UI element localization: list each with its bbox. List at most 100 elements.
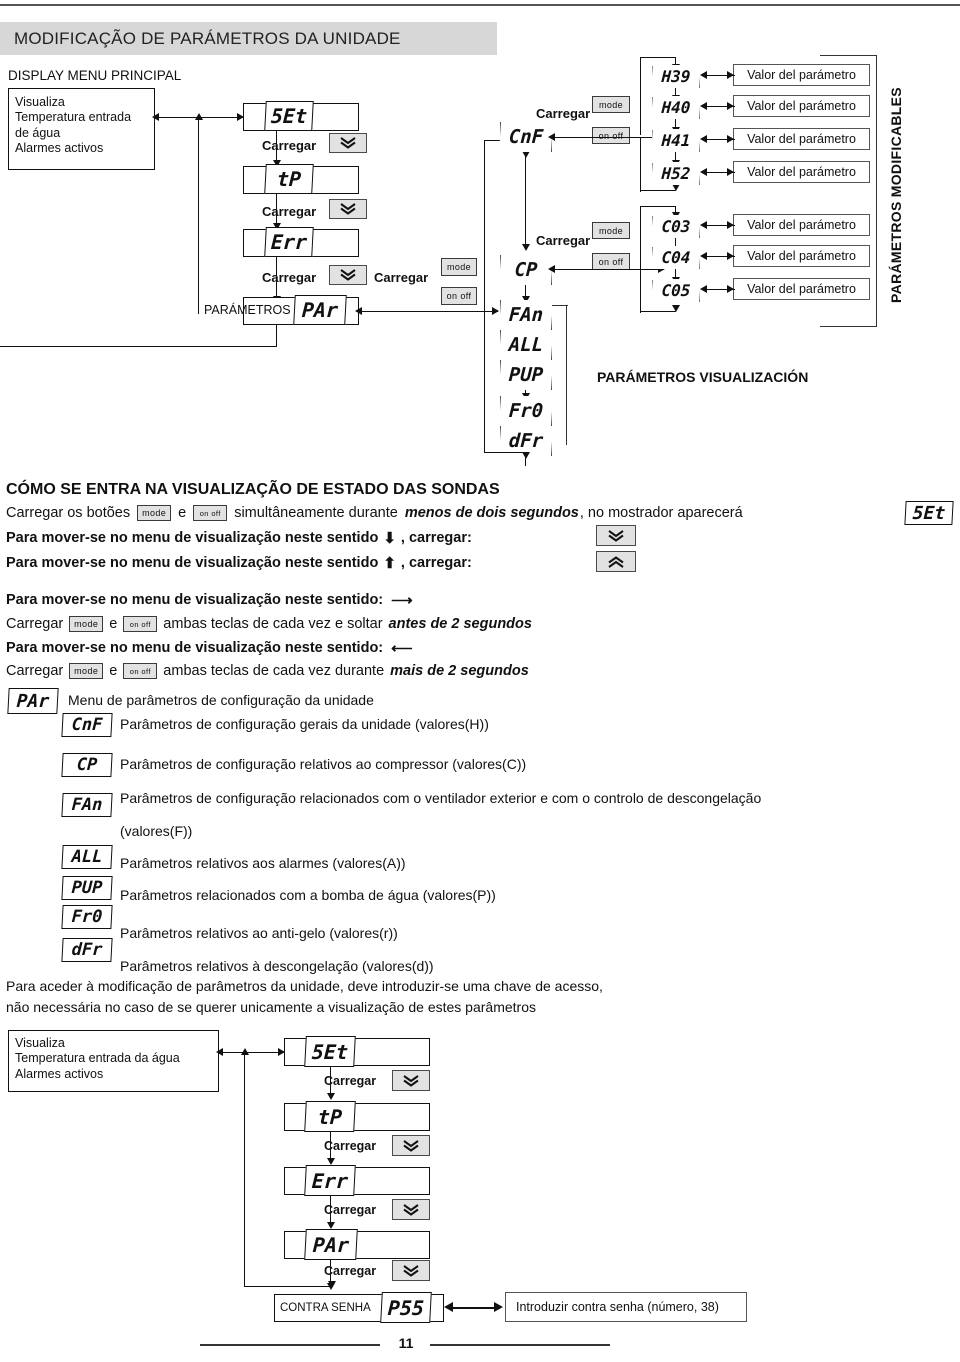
legend-text-pup: Parâmetros relacionados com a bomba de á… xyxy=(120,887,496,903)
bottom-display-code-par: PAr xyxy=(304,1229,358,1260)
instruction-line-right-dir: Para mover-se no menu de visualização ne… xyxy=(6,592,413,608)
h40-value-arrow-left xyxy=(700,102,707,110)
legend-code-fan: FAn xyxy=(61,793,113,817)
password-note-box: Introduzir contra senha (número, 38) xyxy=(505,1292,747,1322)
bottom-chevron-down-2[interactable] xyxy=(392,1135,430,1156)
modifiable-params-caption-text: PARÁMETROS MODIFICABLES xyxy=(888,87,904,303)
value-label-c03: Valor del parámetro xyxy=(747,218,856,232)
modifiable-bracket-top xyxy=(820,55,877,56)
c04-value-arrow-right xyxy=(727,252,734,260)
mode-key-cnf[interactable]: mode xyxy=(592,96,630,113)
par-prefix-label: PARÁMETROS xyxy=(204,303,291,317)
c-rail-top xyxy=(640,206,676,208)
instr-right-c: ambas teclas de cada vez e soltar xyxy=(163,616,383,632)
chevron-down-icon xyxy=(340,137,356,149)
status-line-4: Alarmes activos xyxy=(15,140,104,155)
instr-1-c: simultâneamente durante xyxy=(234,505,398,521)
bottom-display-code-err: Err xyxy=(304,1165,356,1196)
arrow-right-glyph: ⟶ xyxy=(391,591,413,609)
chevron-down-button-1[interactable] xyxy=(329,133,367,153)
value-box-c04: Valor del parámetro xyxy=(733,245,870,267)
legend-code-pup: PUP xyxy=(61,876,113,900)
bottom-chevron-down-1[interactable] xyxy=(392,1070,430,1091)
press-label-2: Carregar xyxy=(262,204,317,219)
c-rail-bottom xyxy=(640,311,676,313)
display-code-cp: CP xyxy=(499,255,553,285)
instr-down-tail: , carregar: xyxy=(400,530,472,546)
legend-text-par: Menu de parâmetros de configuração da un… xyxy=(68,692,374,708)
c05-value-arrow-right xyxy=(727,285,734,293)
onoff-key-instr-3[interactable]: on off xyxy=(123,663,158,679)
h52-value-arrow-right xyxy=(727,168,734,176)
cp-group-line xyxy=(552,269,664,271)
display-code-h40: H40 xyxy=(651,96,701,119)
par-down-line xyxy=(276,325,278,347)
legend-code-cnf: CnF xyxy=(61,713,113,737)
mode-key-instr-2[interactable]: mode xyxy=(69,616,104,632)
value-box-c03: Valor del parámetro xyxy=(733,214,870,236)
cnf-group-arrow-left xyxy=(548,133,555,141)
h-rail-top xyxy=(640,57,676,59)
display-code-h52: H52 xyxy=(651,162,701,185)
bottom-set-to-tp-arrow xyxy=(327,1093,335,1100)
legend-text-all: Parâmetros relativos aos alarmes (valore… xyxy=(120,855,406,871)
instr-1-d: menos de dois segundos xyxy=(404,505,579,521)
status-line-2: Temperatura entrada xyxy=(15,110,132,125)
display-code-all: ALL xyxy=(499,330,553,360)
mode-key-instr-1[interactable]: mode xyxy=(137,505,172,521)
legend-code-cp: CP xyxy=(61,753,113,777)
instr-right-a: Carregar xyxy=(6,616,64,632)
instr-up-tail: , carregar: xyxy=(400,555,472,571)
password-label: CONTRA SENHA xyxy=(280,1302,371,1314)
bottom-status-line-2: Temperatura entrada da água xyxy=(15,1051,180,1066)
onoff-key-instr-1[interactable]: on off xyxy=(193,505,228,521)
c-rail-upper xyxy=(640,206,642,269)
onoff-key-mid[interactable]: on off xyxy=(441,287,477,305)
mode-key-mid[interactable]: mode xyxy=(441,258,477,276)
legend-text-fan-cont: (valores(F)) xyxy=(120,823,193,839)
mode-key-cp[interactable]: mode xyxy=(592,222,630,239)
bottom-press-label-2: Carregar xyxy=(324,1139,377,1153)
status-line-3: de água xyxy=(15,125,61,140)
instr-up-text: Para mover-se no menu de visualização ne… xyxy=(6,555,379,571)
instr-left-c: ambas teclas de cada vez durante xyxy=(163,663,385,679)
group-column-rail xyxy=(484,140,486,452)
instruction-line-left-dir: Para mover-se no menu de visualização ne… xyxy=(6,640,413,656)
chevron-up-icon xyxy=(608,555,624,568)
h41-value-arrow-left xyxy=(700,135,707,143)
keys-to-par-line xyxy=(359,311,498,313)
value-box-c05: Valor del parámetro xyxy=(733,278,870,300)
display-code-cnf: CnF xyxy=(499,122,553,152)
legend-text-dfr: Parâmetros relativos à descongelação (va… xyxy=(120,958,434,974)
chevron-down-button-2[interactable] xyxy=(329,199,367,219)
legend-text-cp: Parâmetros de configuração relativos ao … xyxy=(120,756,527,772)
display-code-h39: H39 xyxy=(651,65,701,88)
value-box-h39: Valor del parámetro xyxy=(733,64,870,86)
onoff-key-cp[interactable]: on off xyxy=(592,253,630,270)
h-rail-upper xyxy=(640,57,642,135)
value-label-c05: Valor del parámetro xyxy=(747,282,856,296)
bottom-chevron-down-4[interactable] xyxy=(392,1260,430,1281)
bottom-display-code-set: 5Et xyxy=(304,1036,356,1067)
instr-left-b: e xyxy=(109,663,118,679)
onoff-key-cnf[interactable]: on off xyxy=(592,127,630,144)
h-rail-bottom xyxy=(640,190,676,192)
chevron-down-button-instr[interactable] xyxy=(596,525,636,546)
chevron-up-button-instr[interactable] xyxy=(596,551,636,572)
par-return-line xyxy=(0,346,277,348)
onoff-key-instr-2[interactable]: on off xyxy=(123,616,158,632)
instr-1-e: , no mostrador aparecerá xyxy=(579,505,743,521)
fan-bracket-vertical xyxy=(566,305,567,445)
password-note-arrow-left xyxy=(444,1302,453,1312)
bottom-err-to-par-arrow xyxy=(327,1222,335,1229)
bottom-chevron-down-3[interactable] xyxy=(392,1199,430,1220)
chevron-down-icon xyxy=(403,1139,419,1152)
value-label-c04: Valor del parámetro xyxy=(747,249,856,263)
chevron-down-button-3[interactable] xyxy=(329,265,367,285)
return-riser-arrow xyxy=(195,113,203,120)
press-label-4: Carregar xyxy=(374,270,429,285)
legend-code-par: PAr xyxy=(7,688,59,714)
mode-key-instr-3[interactable]: mode xyxy=(69,663,104,679)
chevron-down-icon xyxy=(340,269,356,281)
bottom-status-arrow-left xyxy=(216,1048,223,1056)
